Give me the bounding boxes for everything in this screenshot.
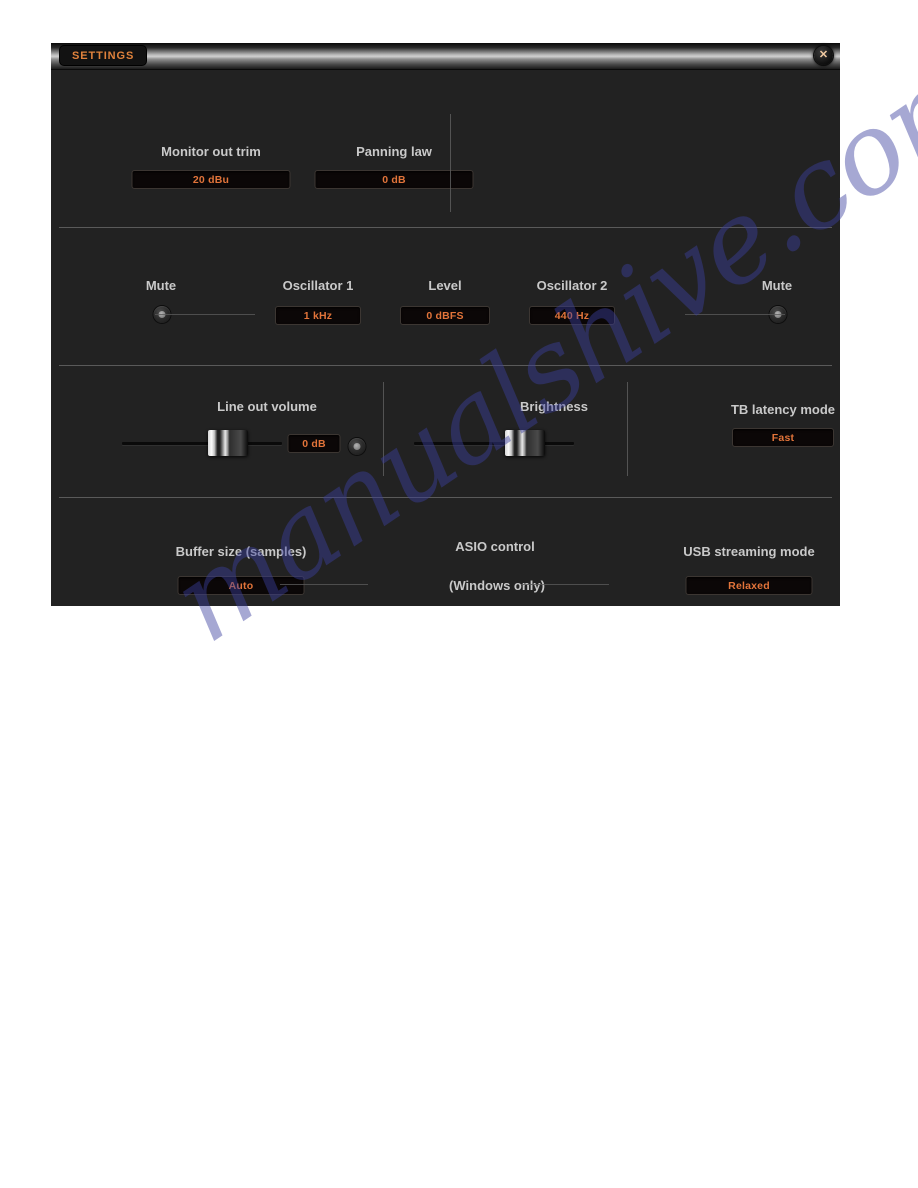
usb-streaming-mode-label: USB streaming mode — [683, 544, 815, 559]
level-value[interactable]: 0 dBFS — [400, 306, 490, 325]
brightness-slider-handle[interactable] — [505, 430, 545, 456]
window-title-bar[interactable]: SETTINGS ✕ — [51, 43, 840, 70]
brightness-slider[interactable] — [414, 430, 574, 456]
asio-control-label: ASIO control — [455, 539, 535, 554]
monitor-out-trim-value[interactable]: 20 dBu — [131, 170, 291, 189]
asio-connector-line-right — [521, 584, 609, 585]
oscillator-1-value[interactable]: 1 kHz — [275, 306, 361, 325]
line-out-volume-slider-track — [122, 442, 282, 445]
buffer-size-label: Buffer size (samples) — [175, 544, 307, 559]
oscillator-2-label: Oscillator 2 — [536, 278, 608, 293]
panning-law-label: Panning law — [356, 144, 432, 159]
mute-right-connector-line — [685, 314, 785, 315]
brightness-label: Brightness — [520, 399, 588, 414]
vertical-separator-levels-2 — [627, 382, 628, 476]
tb-latency-mode-label: TB latency mode — [730, 402, 836, 417]
line-out-volume-label: Line out volume — [217, 399, 317, 414]
settings-window: SETTINGS ✕ Monitor out trim 20 dBu Panni… — [51, 43, 840, 606]
oscillator-2-value[interactable]: 440 Hz — [529, 306, 615, 325]
asio-control-sublabel: (Windows only) — [449, 578, 545, 593]
horizontal-separator-1 — [59, 227, 832, 228]
line-out-volume-slider[interactable] — [122, 430, 282, 456]
mute-right-label: Mute — [761, 278, 793, 293]
line-out-volume-slider-handle[interactable] — [208, 430, 248, 456]
line-out-volume-value[interactable]: 0 dB — [287, 434, 341, 453]
level-label: Level — [428, 278, 462, 293]
vertical-separator-output — [450, 114, 451, 212]
window-title-chip: SETTINGS — [60, 46, 147, 65]
monitor-out-trim-label: Monitor out trim — [161, 144, 261, 159]
tb-latency-mode-value[interactable]: Fast — [732, 428, 834, 447]
vertical-separator-levels-1 — [383, 382, 384, 476]
asio-connector-line-left — [280, 584, 368, 585]
usb-streaming-mode-value[interactable]: Relaxed — [685, 576, 813, 595]
oscillator-1-label: Oscillator 1 — [282, 278, 354, 293]
horizontal-separator-2 — [59, 365, 832, 366]
close-icon[interactable]: ✕ — [814, 46, 833, 65]
settings-panel-body: Monitor out trim 20 dBu Panning law 0 dB… — [51, 70, 840, 606]
close-x-glyph: ✕ — [818, 49, 829, 61]
buffer-size-value[interactable]: Auto — [177, 576, 305, 595]
horizontal-separator-3 — [59, 497, 832, 498]
window-title-text: SETTINGS — [72, 49, 135, 62]
brightness-slider-track — [414, 442, 574, 445]
mute-left-label: Mute — [145, 278, 177, 293]
mute-left-connector-line — [155, 314, 255, 315]
line-out-mute-button[interactable] — [348, 438, 366, 455]
